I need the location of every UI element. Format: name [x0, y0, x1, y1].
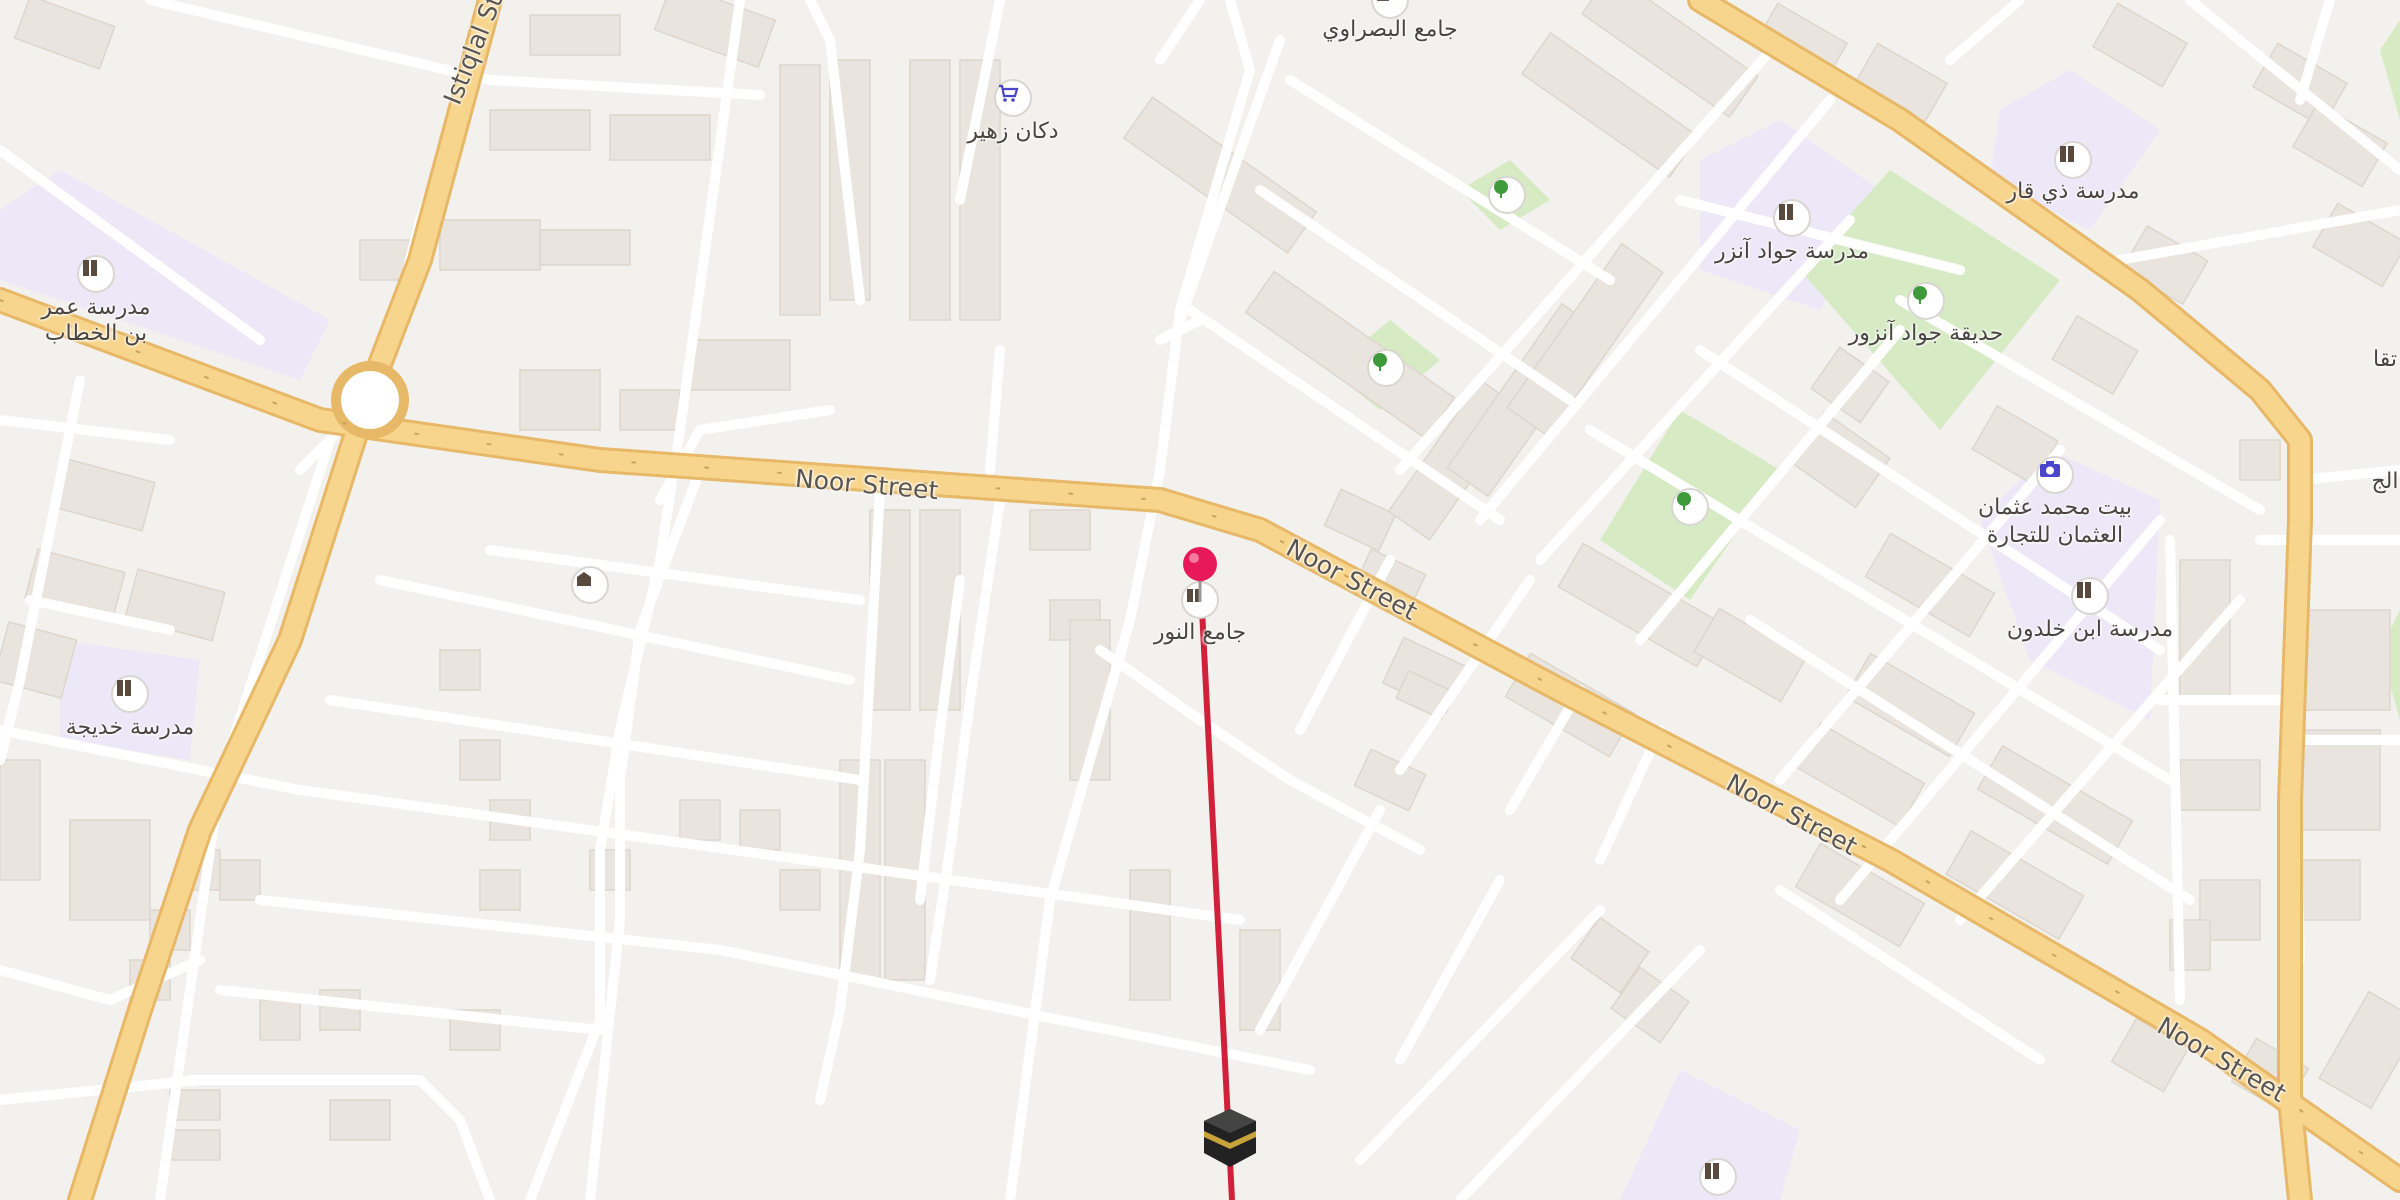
- place-label: بيت محمد عثمان: [1978, 495, 2132, 520]
- place-label: جامع النور: [1153, 620, 1247, 645]
- location-pin-icon[interactable]: [1180, 544, 1220, 604]
- school-icon[interactable]: [1773, 199, 1811, 237]
- tree-icon[interactable]: [1907, 282, 1945, 320]
- place-label: بن الخطاب: [44, 321, 148, 346]
- building-icon[interactable]: [571, 566, 609, 604]
- place-label: العثمان للتجارة: [1986, 523, 2124, 548]
- place-label: حديقة جواد آنزور: [1848, 321, 2004, 346]
- place-label: مدرسة جواد آنزر: [1714, 239, 1870, 264]
- kaaba-icon[interactable]: [1200, 1107, 1260, 1169]
- tree-icon[interactable]: [1671, 488, 1709, 526]
- school-icon[interactable]: [1699, 1158, 1737, 1196]
- cart-icon[interactable]: [994, 79, 1032, 117]
- place-label: مدرسة عمر: [41, 295, 151, 320]
- place-label: جامع البصراوي: [1322, 17, 1458, 42]
- qibla-direction-line: [1197, 569, 1235, 1200]
- place-label: دكان زهير: [967, 119, 1059, 144]
- school-icon[interactable]: [111, 675, 149, 713]
- camera-icon[interactable]: [2036, 456, 2074, 494]
- place-label: الج: [2371, 469, 2399, 494]
- school-icon[interactable]: [2054, 141, 2092, 179]
- tree-icon[interactable]: [1367, 349, 1405, 387]
- place-label: تقا: [2373, 347, 2397, 372]
- map-canvas[interactable]: Noor Street Noor Street Noor Street Noor…: [0, 0, 2400, 1200]
- school-icon[interactable]: [77, 255, 115, 293]
- tree-icon[interactable]: [1488, 176, 1526, 214]
- school-icon[interactable]: [2071, 577, 2109, 615]
- place-label: مدرسة خديجة: [65, 715, 195, 740]
- place-label: مدرسة ابن خلدون: [2006, 617, 2174, 642]
- place-label: مدرسة ذي قار: [2006, 179, 2140, 204]
